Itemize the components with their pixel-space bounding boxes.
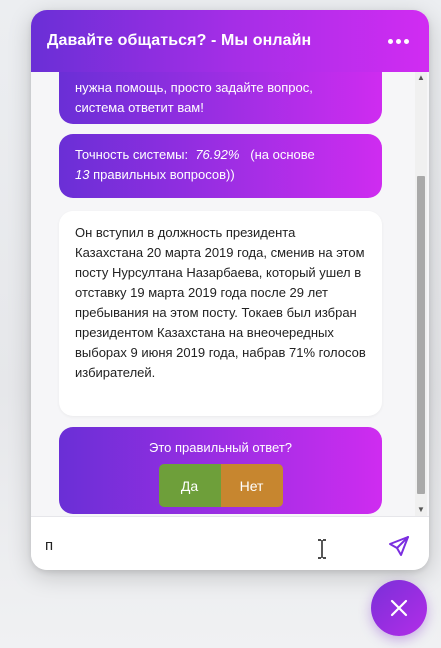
accuracy-count: 13	[75, 167, 90, 182]
feedback-buttons: Да Нет	[75, 464, 366, 507]
chat-header: Давайте общаться? - Мы онлайн	[31, 10, 429, 72]
scroll-up-icon[interactable]: ▲	[415, 72, 427, 84]
feedback-message: Это правильный ответ? Да Нет	[59, 427, 382, 514]
accuracy-value: 76.92%	[195, 147, 240, 162]
chat-window: Давайте общаться? - Мы онлайн нужна помо…	[31, 10, 429, 570]
accuracy-note-open: (на основе	[250, 147, 315, 162]
intro-line-2: система ответит вам!	[75, 100, 204, 115]
no-button[interactable]: Нет	[220, 464, 283, 507]
bot-message-intro: нужна помощь, просто задайте вопрос, сис…	[59, 72, 382, 124]
accuracy-message: Точность системы: 76.92% (на основе 13 п…	[59, 134, 382, 198]
close-chat-button[interactable]	[371, 580, 427, 636]
more-dot	[403, 38, 409, 44]
intro-line-1: нужна помощь, просто задайте вопрос,	[75, 80, 313, 95]
answer-message: Он вступил в должность президента Казахс…	[59, 211, 382, 416]
feedback-question: Это правильный ответ?	[148, 440, 293, 455]
scrollbar-thumb[interactable]	[417, 176, 425, 494]
more-options-button[interactable]	[383, 31, 413, 51]
chat-title: Давайте общаться? - Мы онлайн	[47, 32, 312, 49]
input-bar	[31, 516, 429, 570]
close-icon	[390, 599, 408, 617]
text-cursor-icon	[318, 539, 326, 559]
more-dot	[395, 38, 401, 44]
messages-area[interactable]: нужна помощь, просто задайте вопрос, сис…	[31, 72, 429, 516]
yes-button[interactable]: Да	[158, 464, 221, 507]
messages-scrollbar[interactable]: ▲ ▼	[415, 72, 427, 516]
more-horizontal-icon	[387, 38, 393, 44]
scroll-down-icon[interactable]: ▼	[415, 504, 427, 516]
answer-text: Он вступил в должность президента Казахс…	[75, 225, 366, 380]
accuracy-label: Точность системы:	[75, 147, 189, 162]
send-icon[interactable]	[387, 534, 411, 558]
accuracy-note-close: правильных вопросов))	[93, 167, 235, 182]
